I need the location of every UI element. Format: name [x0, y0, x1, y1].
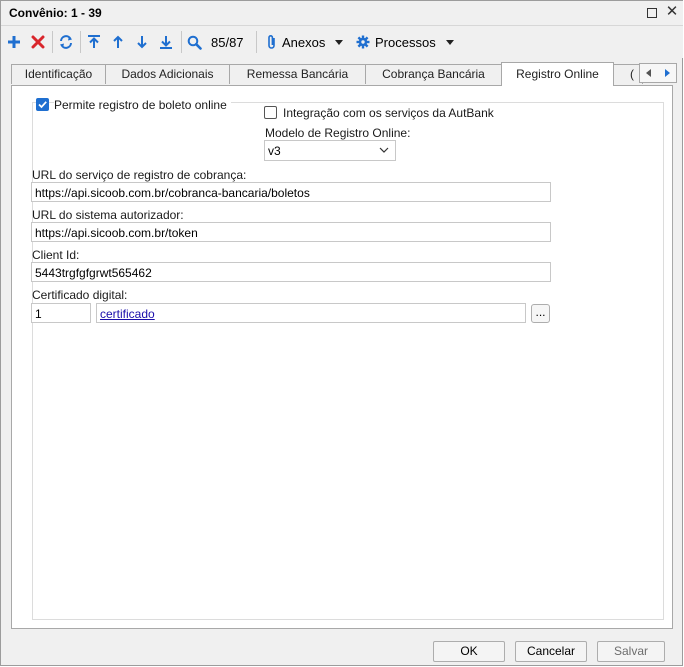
allow-online-registration-checkbox[interactable]	[36, 98, 49, 111]
toolbar-separator	[256, 31, 257, 53]
toolbar-separator	[52, 31, 53, 53]
tab-bar: Identificação Dados Adicionais Remessa B…	[1, 61, 683, 86]
certificate-code-input[interactable]: 1	[31, 303, 91, 323]
certificate-name-field: certificado	[96, 303, 526, 323]
previous-record-button[interactable]	[111, 32, 125, 52]
ok-button[interactable]: OK	[433, 641, 505, 662]
tab-registro-online[interactable]: Registro Online	[501, 62, 614, 86]
client-id-input[interactable]: 5443trgfgfgrwt565462	[31, 262, 551, 282]
save-button[interactable]: Salvar	[597, 641, 665, 662]
dialog-window: Convênio: 1 - 39 ✕ 85/87 Anexos Processo…	[0, 0, 683, 666]
title-bar: Convênio: 1 - 39 ✕	[1, 1, 683, 26]
checkmark-icon	[38, 101, 47, 109]
maximize-icon	[647, 8, 657, 18]
refresh-button[interactable]	[58, 32, 74, 52]
maximize-button[interactable]	[645, 5, 659, 19]
add-button[interactable]	[7, 32, 21, 52]
processes-dropdown[interactable]: Processos	[356, 32, 454, 52]
registry-model-value: v3	[268, 144, 281, 158]
tab-remessa-bancaria[interactable]: Remessa Bancária	[229, 64, 366, 84]
record-counter: 85/87	[211, 35, 244, 50]
dropdown-arrow-icon	[335, 39, 344, 45]
client-id-label: Client Id:	[32, 248, 80, 262]
last-record-icon	[160, 36, 172, 49]
scroll-left-icon[interactable]	[644, 68, 654, 78]
autbank-integration-checkbox[interactable]	[264, 106, 277, 119]
first-record-icon	[88, 35, 100, 48]
toolbar-separator	[181, 31, 182, 53]
arrow-down-icon	[137, 36, 147, 49]
authorizer-url-label: URL do sistema autorizador:	[32, 208, 184, 222]
tab-panel-registro-online: Permite registro de boleto online Integr…	[11, 85, 673, 629]
attachments-dropdown[interactable]: Anexos	[267, 32, 344, 52]
tab-dados-adicionais[interactable]: Dados Adicionais	[105, 64, 230, 84]
chevron-down-icon	[379, 147, 389, 153]
tab-scroll-buttons	[639, 63, 677, 83]
paperclip-icon	[268, 35, 275, 49]
first-record-button[interactable]	[87, 32, 101, 52]
registration-url-label: URL do serviço de registro de cobrança:	[32, 168, 247, 182]
allow-online-registration-label: Permite registro de boleto online	[54, 98, 231, 112]
close-button[interactable]: ✕	[665, 3, 679, 20]
certificate-link[interactable]: certificado	[100, 307, 155, 321]
attachments-label: Anexos	[282, 34, 326, 50]
authorizer-url-input[interactable]: https://api.sicoob.com.br/token	[31, 222, 551, 242]
tab-cobranca-bancaria[interactable]: Cobrança Bancária	[365, 64, 502, 84]
registration-url-input[interactable]: https://api.sicoob.com.br/cobranca-banca…	[31, 182, 551, 202]
registry-model-label: Modelo de Registro Online:	[265, 126, 411, 140]
last-record-button[interactable]	[159, 32, 173, 52]
autbank-integration-label: Integração com os serviços da AutBank	[283, 106, 494, 120]
dropdown-arrow-icon	[445, 39, 454, 45]
search-button[interactable]	[187, 32, 202, 52]
processes-label: Processos	[375, 34, 436, 50]
tab-identificacao[interactable]: Identificação	[11, 64, 106, 84]
gear-icon	[356, 35, 370, 49]
certificate-label: Certificado digital:	[32, 288, 128, 302]
cancel-button[interactable]: Cancelar	[515, 641, 587, 662]
plus-icon	[8, 36, 20, 48]
toolbar: 85/87 Anexos Processos	[1, 26, 683, 58]
certificate-browse-button[interactable]: ...	[531, 304, 550, 323]
window-title: Convênio: 1 - 39	[9, 6, 102, 20]
close-icon: ✕	[665, 3, 679, 20]
scroll-right-icon[interactable]	[662, 68, 672, 78]
next-record-button[interactable]	[135, 32, 149, 52]
toolbar-separator	[80, 31, 81, 53]
registry-model-select[interactable]: v3	[264, 140, 396, 161]
refresh-icon	[60, 35, 72, 49]
search-icon	[187, 35, 202, 50]
arrow-up-icon	[113, 35, 123, 48]
delete-button[interactable]	[31, 32, 45, 52]
delete-x-icon	[31, 35, 45, 49]
